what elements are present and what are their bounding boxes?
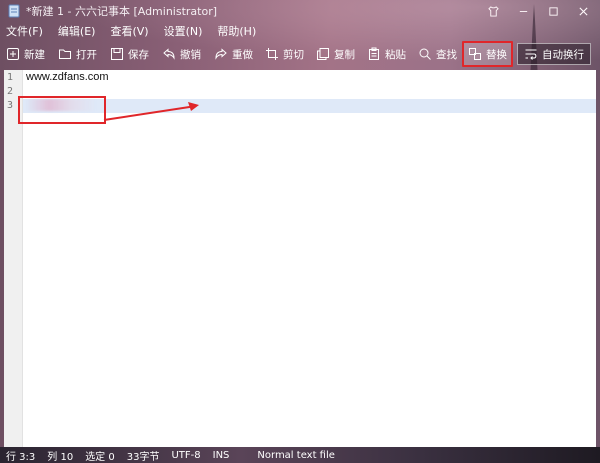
paste-button[interactable]: 粘贴	[367, 42, 406, 66]
toolbar: 新建 打开 保存 撤销 重做 剪切 复制 粘贴 查找 替换 自动换行	[0, 41, 600, 68]
status-encoding[interactable]: UTF-8	[171, 450, 200, 461]
undo-button[interactable]: 撤销	[162, 42, 201, 66]
window-title: *新建 1 - 六六记事本 [Administrator]	[26, 5, 218, 18]
line-number: 3	[7, 100, 14, 111]
save-button[interactable]: 保存	[110, 42, 149, 66]
copy-icon	[317, 48, 329, 60]
floppy-disk-icon	[111, 48, 123, 60]
open-button[interactable]: 打开	[58, 42, 97, 66]
status-insert-mode: INS	[212, 449, 230, 461]
replace-icon	[469, 48, 481, 60]
status-row: 行 3:3	[6, 451, 36, 463]
menu-settings[interactable]: 设置(N)	[164, 23, 203, 39]
app-window: *新建 1 - 六六记事本 [Administrator] 文件(F) 编辑(E…	[0, 0, 600, 463]
search-icon	[419, 48, 431, 60]
menu-edit[interactable]: 编辑(E)	[58, 23, 96, 39]
menu-file[interactable]: 文件(F)	[6, 23, 43, 39]
redo-button[interactable]: 重做	[214, 42, 253, 66]
redo-icon	[215, 48, 227, 60]
new-file-icon	[7, 48, 19, 60]
status-bar: 行 3:3 列 10 选定 0 33字节 UTF-8 INS Normal te…	[0, 447, 600, 463]
menu-bar: 文件(F) 编辑(E) 查看(V) 设置(N) 帮助(H)	[0, 22, 265, 40]
line-number-gutter	[4, 70, 23, 447]
text-editor[interactable]: 1 2 3 www.zdfans.com	[4, 70, 596, 447]
cut-button[interactable]: 剪切	[265, 42, 304, 66]
annotation-arrow-icon	[103, 102, 199, 121]
find-button[interactable]: 查找	[418, 42, 457, 66]
status-bytes: 33字节	[126, 451, 160, 463]
menu-help[interactable]: 帮助(H)	[217, 23, 256, 39]
replace-button[interactable]: 替换	[462, 41, 513, 67]
line-number: 2	[7, 86, 14, 97]
status-selection: 选定 0	[85, 451, 115, 463]
annotation-highlight-box	[18, 96, 106, 124]
copy-button[interactable]: 复制	[316, 42, 355, 66]
notepad-app-icon	[8, 4, 20, 18]
status-column: 列 10	[47, 451, 74, 463]
title-bar: *新建 1 - 六六记事本 [Administrator]	[0, 0, 600, 22]
folder-icon	[59, 49, 71, 59]
undo-icon	[163, 48, 175, 60]
status-syntax[interactable]: Normal text file	[257, 450, 335, 461]
clipboard-icon	[369, 47, 379, 60]
word-wrap-icon	[525, 49, 537, 60]
new-button[interactable]: 新建	[6, 42, 45, 66]
crop-cut-icon	[266, 48, 278, 60]
word-wrap-button[interactable]: 自动换行	[517, 43, 591, 65]
menu-view[interactable]: 查看(V)	[110, 23, 148, 39]
line-number: 1	[7, 72, 14, 83]
editor-line: www.zdfans.com	[26, 71, 109, 83]
